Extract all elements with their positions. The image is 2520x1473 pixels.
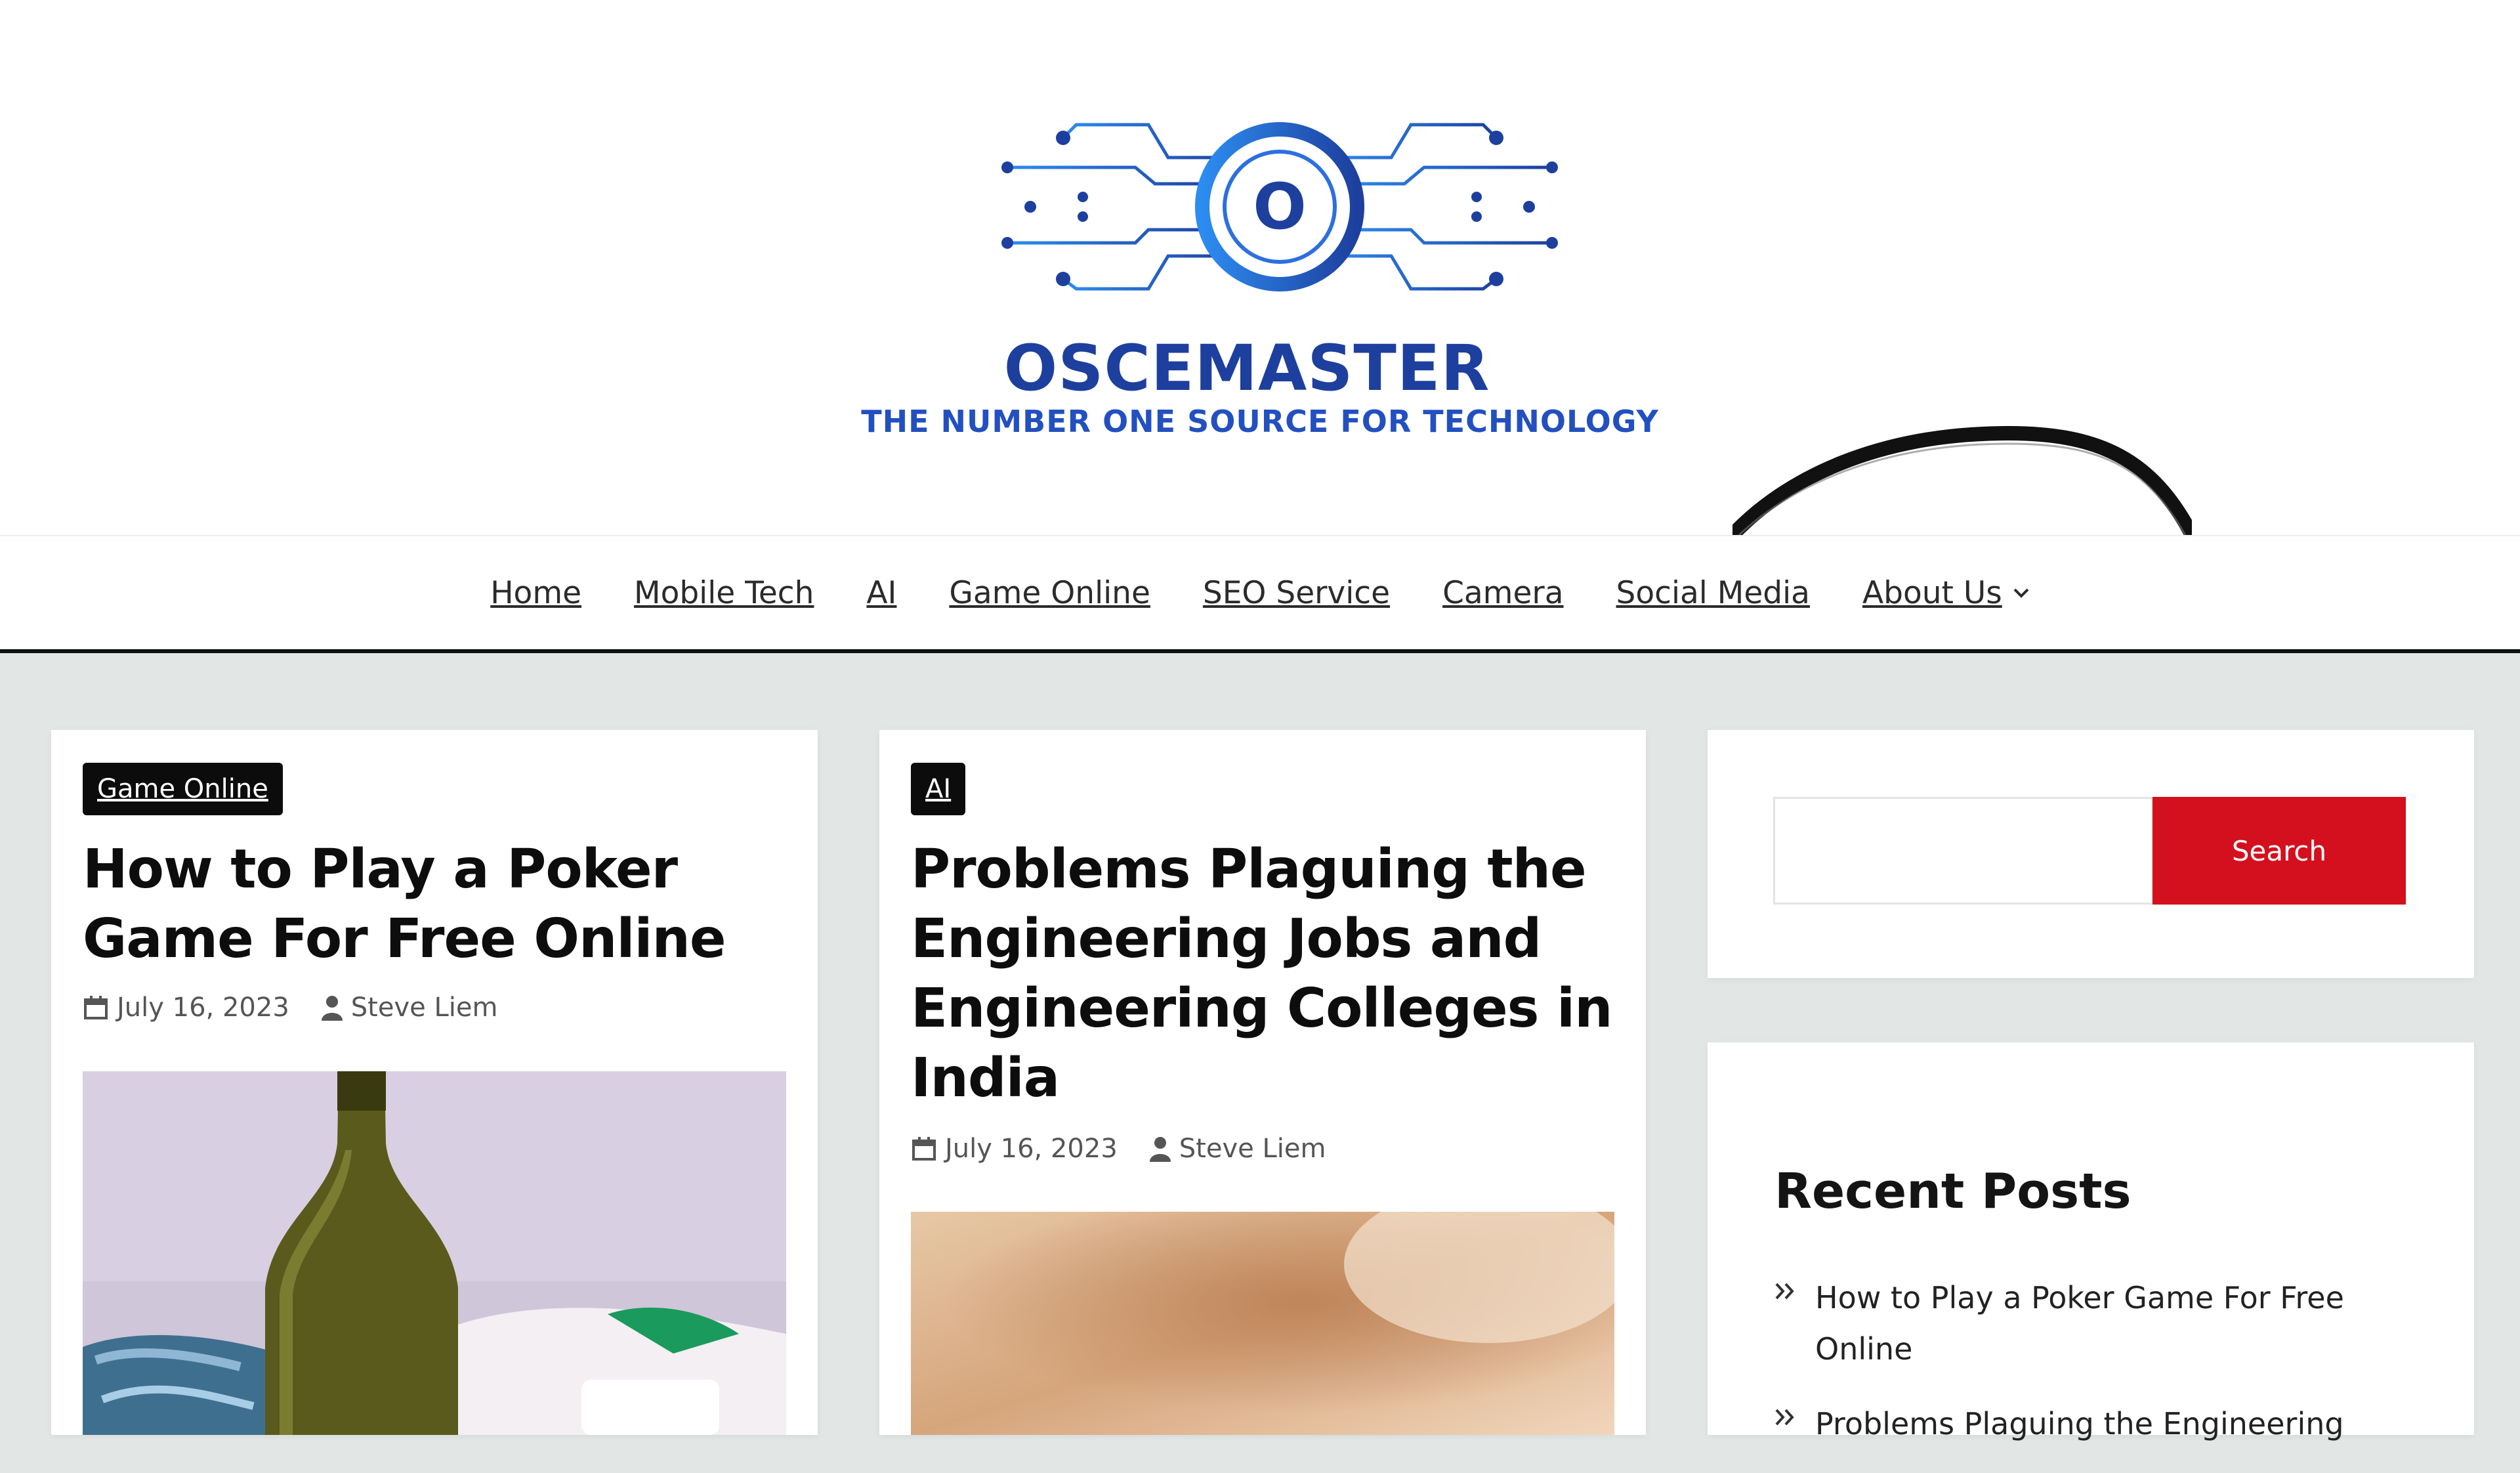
search-widget: Search xyxy=(1708,730,2474,978)
nav-item-about-us-label: About Us xyxy=(1862,574,2002,611)
post-card: Game Online How to Play a Poker Game For… xyxy=(51,730,818,1435)
recent-posts-list: How to Play a Poker Game For Free Online… xyxy=(1774,1272,2431,1473)
nav-item-game-online[interactable]: Game Online xyxy=(949,575,1150,611)
user-icon xyxy=(1149,1137,1171,1162)
search-input[interactable] xyxy=(1773,797,2154,905)
chevron-down-icon xyxy=(2013,588,2029,598)
category-badge[interactable]: Game Online xyxy=(83,763,283,815)
recent-post-link[interactable]: Problems Plaguing the Engineering xyxy=(1815,1406,2344,1441)
list-item: Problems Plaguing the Engineering xyxy=(1774,1398,2431,1449)
nav-item-ai[interactable]: AI xyxy=(866,575,896,611)
double-chevron-right-icon xyxy=(1775,1283,1794,1300)
user-icon xyxy=(321,996,343,1021)
nav-item-social-media[interactable]: Social Media xyxy=(1616,575,1810,611)
nav-item-home[interactable]: Home xyxy=(490,575,581,611)
post-author[interactable]: Steve Liem xyxy=(321,993,498,1023)
nav-item-about-us[interactable]: About Us xyxy=(1862,575,2030,611)
post-title[interactable]: How to Play a Poker Game For Free Online xyxy=(83,835,791,974)
blurred-photo-image xyxy=(911,1212,1614,1435)
recent-posts-widget: Recent Posts How to Play a Poker Game Fo… xyxy=(1708,1042,2474,1441)
site-title[interactable]: OSCEMASTER xyxy=(0,331,2507,405)
widget-title: Recent Posts xyxy=(1774,1163,2132,1220)
post-author[interactable]: Steve Liem xyxy=(1149,1134,1326,1164)
post-title[interactable]: Problems Plaguing the Engineering Jobs a… xyxy=(911,835,1620,1113)
post-meta: July 16, 2023 Steve Liem xyxy=(911,1134,1326,1164)
post-date[interactable]: July 16, 2023 xyxy=(117,993,289,1023)
category-badge[interactable]: AI xyxy=(911,763,966,815)
post-thumbnail[interactable] xyxy=(911,1212,1614,1435)
post-author-name: Steve Liem xyxy=(350,993,498,1023)
recent-post-link[interactable]: How to Play a Poker Game For Free Online xyxy=(1815,1280,2344,1367)
double-chevron-right-icon xyxy=(1775,1409,1794,1426)
post-thumbnail[interactable] xyxy=(83,1071,786,1435)
nav-item-mobile-tech[interactable]: Mobile Tech xyxy=(634,575,814,611)
logo-letter: O xyxy=(1253,170,1307,244)
calendar-icon xyxy=(912,1137,936,1161)
site-tagline: THE NUMBER ONE SOURCE FOR TECHNOLOGY xyxy=(861,404,1659,439)
nav-item-seo-service[interactable]: SEO Service xyxy=(1203,575,1390,611)
main-navigation: Home Mobile Tech AI Game Online SEO Serv… xyxy=(0,535,2520,653)
list-item: How to Play a Poker Game For Free Online xyxy=(1774,1272,2431,1375)
calendar-icon xyxy=(84,996,108,1019)
post-card: AI Problems Plaguing the Engineering Job… xyxy=(879,730,1646,1435)
post-meta: July 16, 2023 Steve Liem xyxy=(83,993,497,1023)
post-author-name: Steve Liem xyxy=(1179,1134,1326,1164)
circuit-logo-icon: O xyxy=(1001,122,1558,291)
wine-bottle-image xyxy=(83,1071,786,1435)
search-button[interactable]: Search xyxy=(2152,797,2406,905)
site-header: O OSCEMASTER THE NUMBER ONE SOURCE FOR T… xyxy=(0,0,2520,535)
post-date[interactable]: July 16, 2023 xyxy=(945,1134,1118,1164)
nav-item-camera[interactable]: Camera xyxy=(1442,575,1563,611)
